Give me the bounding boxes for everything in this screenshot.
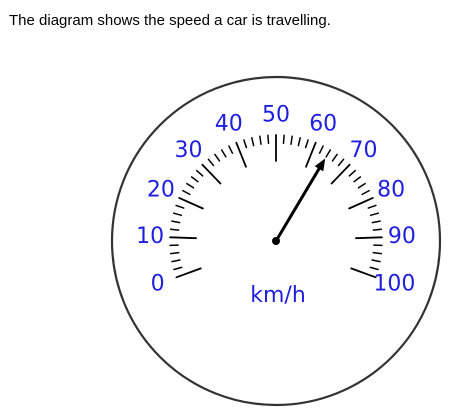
scale-label-90: 90: [388, 224, 416, 249]
minor-tick: [169, 251, 180, 255]
scale-label-50: 50: [262, 103, 290, 128]
needle-hub: [272, 237, 280, 245]
speedometer-diagram: 010203040 50 60708090100 km/h: [110, 75, 442, 407]
minor-tick: [282, 134, 285, 145]
scale-label-0: 0: [151, 272, 165, 297]
minor-tick: [372, 251, 383, 255]
scale-label-80: 80: [377, 177, 405, 202]
minor-tick: [372, 228, 383, 231]
scale-label-70: 70: [350, 138, 378, 163]
unit-label: km/h: [250, 283, 306, 308]
scale-label-10: 10: [136, 224, 164, 249]
scale-label-40: 40: [215, 112, 243, 137]
scale-label-20: 20: [147, 177, 175, 202]
minor-tick: [169, 228, 180, 231]
scale-label-30: 30: [175, 138, 203, 163]
minor-tick: [267, 134, 270, 145]
major-tick: [169, 236, 197, 240]
scale-label-100: 100: [373, 272, 415, 297]
major-tick: [355, 236, 383, 240]
scale-label-60: 60: [309, 112, 337, 137]
